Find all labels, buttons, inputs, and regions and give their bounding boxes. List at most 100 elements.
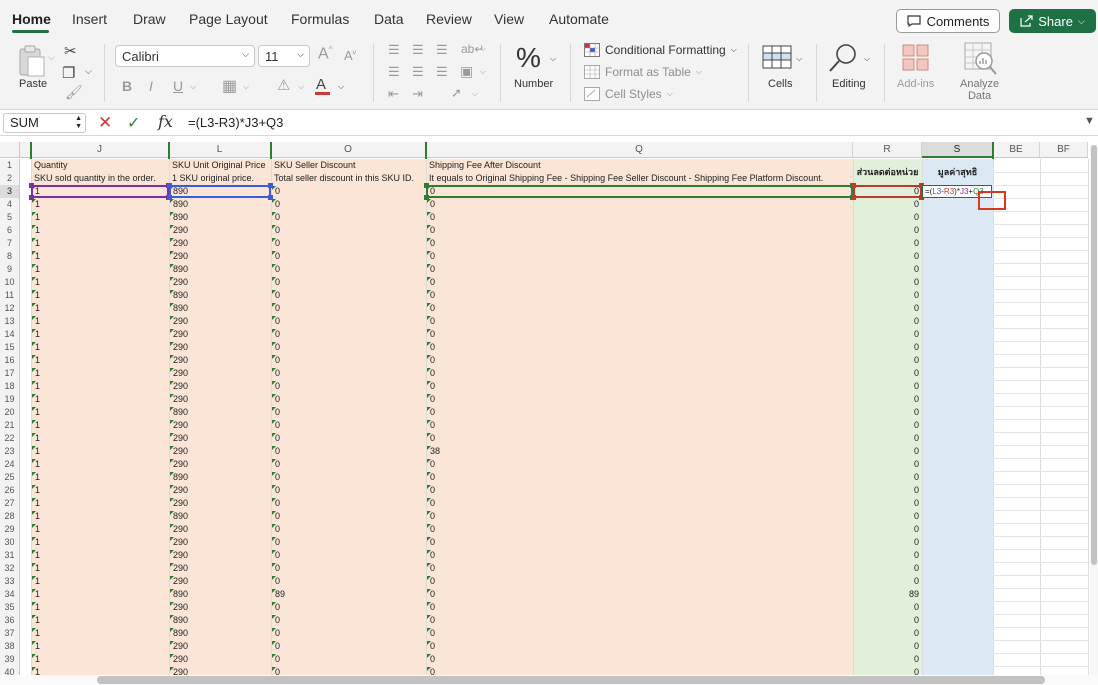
- cancel-icon[interactable]: ✕: [98, 113, 112, 133]
- tab-view[interactable]: View: [494, 11, 524, 27]
- row-header[interactable]: 11: [0, 289, 20, 302]
- cell-l30[interactable]: 290: [173, 536, 188, 549]
- range-handle[interactable]: [851, 195, 856, 200]
- chevron-down-icon[interactable]: ⌵: [338, 82, 344, 92]
- row-header[interactable]: 9: [0, 263, 20, 276]
- cell-r20[interactable]: 0: [853, 406, 919, 419]
- cell-r5[interactable]: 0: [853, 211, 919, 224]
- cell-r16[interactable]: 0: [853, 354, 919, 367]
- row-header[interactable]: 38: [0, 640, 20, 653]
- range-handle[interactable]: [268, 183, 273, 188]
- row-header[interactable]: 23: [0, 445, 20, 458]
- conditional-formatting-button[interactable]: Conditional Formatting ⌵: [584, 43, 737, 57]
- row-header[interactable]: 7: [0, 237, 20, 250]
- cell-r33[interactable]: 0: [853, 575, 919, 588]
- cell-r28[interactable]: 0: [853, 510, 919, 523]
- tab-home[interactable]: Home: [12, 11, 51, 27]
- font-size-select[interactable]: 11 ⌵: [258, 45, 310, 67]
- cell-r23[interactable]: 0: [853, 445, 919, 458]
- cell-l7[interactable]: 290: [173, 237, 188, 250]
- cell-l36[interactable]: 890: [173, 614, 188, 627]
- cut-icon[interactable]: ✂: [64, 42, 77, 60]
- row-header[interactable]: 5: [0, 211, 20, 224]
- cell-r10[interactable]: 0: [853, 276, 919, 289]
- row-header[interactable]: 21: [0, 419, 20, 432]
- cell-l32[interactable]: 290: [173, 562, 188, 575]
- cell-r30[interactable]: 0: [853, 536, 919, 549]
- cell-l25[interactable]: 890: [173, 471, 188, 484]
- column-header-s[interactable]: S: [922, 142, 993, 158]
- chevron-down-icon[interactable]: ⌵: [48, 52, 55, 63]
- row-header[interactable]: 28: [0, 510, 20, 523]
- column-header-q[interactable]: Q: [426, 142, 853, 158]
- increase-indent-icon[interactable]: ⇥: [412, 86, 423, 102]
- cell-l18[interactable]: 290: [173, 380, 188, 393]
- cell-l11[interactable]: 890: [173, 289, 188, 302]
- cell-r39[interactable]: 0: [853, 653, 919, 666]
- row-header[interactable]: 18: [0, 380, 20, 393]
- cell-l33[interactable]: 290: [173, 575, 188, 588]
- row-header[interactable]: 15: [0, 341, 20, 354]
- range-handle[interactable]: [167, 195, 172, 200]
- orientation-icon[interactable]: ➚: [451, 85, 462, 101]
- row-header[interactable]: 25: [0, 471, 20, 484]
- row-header[interactable]: 22: [0, 432, 20, 445]
- row-header[interactable]: 16: [0, 354, 20, 367]
- cell-l39[interactable]: 290: [173, 653, 188, 666]
- cell-l31[interactable]: 290: [173, 549, 188, 562]
- italic-icon[interactable]: I: [149, 78, 153, 94]
- cell-r25[interactable]: 0: [853, 471, 919, 484]
- row-header[interactable]: 27: [0, 497, 20, 510]
- cell-r9[interactable]: 0: [853, 263, 919, 276]
- row-header[interactable]: 37: [0, 627, 20, 640]
- cell-l6[interactable]: 290: [173, 224, 188, 237]
- cell-l9[interactable]: 890: [173, 263, 188, 276]
- cell-r12[interactable]: 0: [853, 302, 919, 315]
- row-header[interactable]: 12: [0, 302, 20, 315]
- cell-r3[interactable]: 0: [853, 185, 919, 198]
- cell-l16[interactable]: 290: [173, 354, 188, 367]
- chevron-down-icon[interactable]: ⌵: [480, 44, 486, 54]
- row-header[interactable]: 29: [0, 523, 20, 536]
- cell-l4[interactable]: 890: [173, 198, 188, 211]
- cell-r4[interactable]: 0: [853, 198, 919, 211]
- insert-function-icon[interactable]: fx: [158, 112, 173, 131]
- row-header[interactable]: 4: [0, 198, 20, 211]
- row-header[interactable]: 36: [0, 614, 20, 627]
- align-top-icon[interactable]: ☰: [388, 42, 400, 58]
- cell-r36[interactable]: 0: [853, 614, 919, 627]
- cell-l28[interactable]: 890: [173, 510, 188, 523]
- row-header[interactable]: 24: [0, 458, 20, 471]
- cell-r22[interactable]: 0: [853, 432, 919, 445]
- cell-l13[interactable]: 290: [173, 315, 188, 328]
- vertical-scroll-thumb[interactable]: [1091, 145, 1097, 565]
- cell-r24[interactable]: 0: [853, 458, 919, 471]
- align-left-icon[interactable]: ☰: [388, 64, 400, 80]
- format-as-table-button[interactable]: Format as Table ⌵: [584, 65, 702, 79]
- cell-r27[interactable]: 0: [853, 497, 919, 510]
- chevron-down-icon[interactable]: ⌵: [550, 54, 556, 64]
- tab-automate[interactable]: Automate: [549, 11, 609, 27]
- decrease-indent-icon[interactable]: ⇤: [388, 86, 399, 102]
- cell-l26[interactable]: 290: [173, 484, 188, 497]
- align-bottom-icon[interactable]: ☰: [436, 42, 448, 58]
- format-painter-icon[interactable]: 🖌: [65, 84, 83, 101]
- chevron-down-icon[interactable]: ⌵: [472, 89, 478, 99]
- chevron-down-icon[interactable]: ⌵: [298, 82, 304, 92]
- cell-r34[interactable]: 89: [853, 588, 919, 601]
- cell-l35[interactable]: 290: [173, 601, 188, 614]
- row-header[interactable]: 33: [0, 575, 20, 588]
- cell-l23[interactable]: 290: [173, 445, 188, 458]
- range-handle[interactable]: [268, 195, 273, 200]
- row-header[interactable]: 35: [0, 601, 20, 614]
- cell-q23[interactable]: 38: [430, 445, 440, 458]
- cell-r35[interactable]: 0: [853, 601, 919, 614]
- increase-font-icon[interactable]: A^: [318, 45, 332, 63]
- cell-r7[interactable]: 0: [853, 237, 919, 250]
- cell-l5[interactable]: 890: [173, 211, 188, 224]
- chevron-down-icon[interactable]: ⌵: [480, 67, 486, 77]
- align-center-icon[interactable]: ☰: [412, 64, 424, 80]
- cell-l37[interactable]: 890: [173, 627, 188, 640]
- tab-formulas[interactable]: Formulas: [291, 11, 349, 27]
- cell-l27[interactable]: 290: [173, 497, 188, 510]
